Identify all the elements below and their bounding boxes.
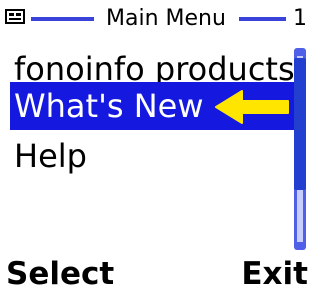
header-divider-right bbox=[239, 17, 286, 21]
page-number: 1 bbox=[293, 6, 307, 31]
phone-header: Main Menu 1 bbox=[0, 0, 310, 40]
menu-item-whats-new[interactable]: What's New bbox=[10, 82, 295, 130]
phone-icon bbox=[5, 9, 25, 24]
scrollbar[interactable] bbox=[294, 48, 306, 250]
menu-item-label: What's New bbox=[14, 87, 204, 125]
menu-item-label: Help bbox=[14, 137, 87, 175]
header-divider-left bbox=[31, 17, 94, 21]
softkey-bar: Select Exit bbox=[0, 251, 310, 298]
scroll-thumb[interactable] bbox=[294, 58, 306, 190]
exit-softkey[interactable]: Exit bbox=[241, 251, 308, 298]
select-softkey[interactable]: Select bbox=[6, 251, 114, 298]
yellow-arrow-icon bbox=[215, 90, 289, 124]
menu-title: Main Menu bbox=[106, 6, 226, 31]
menu-item-help[interactable]: Help bbox=[10, 134, 290, 179]
